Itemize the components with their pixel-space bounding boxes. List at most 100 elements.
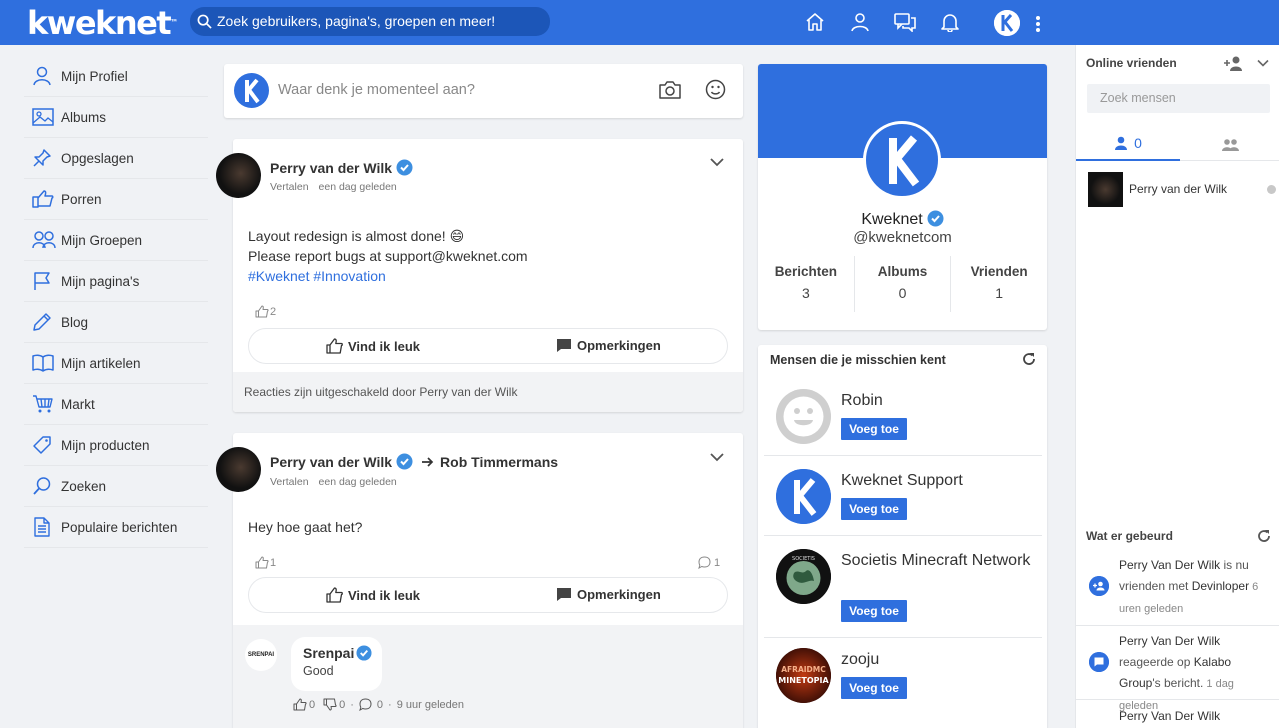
profile-avatar[interactable] bbox=[863, 121, 941, 199]
activity-item[interactable]: Perry Van Der Wilk is nu vrienden met De… bbox=[1076, 552, 1279, 626]
sidebar-item-albums[interactable]: Albums bbox=[24, 97, 208, 138]
group-icon bbox=[1221, 138, 1240, 151]
emoji-icon[interactable] bbox=[705, 79, 726, 100]
translate-link[interactable]: Vertalen bbox=[270, 181, 309, 193]
sidebar-item-profile[interactable]: Mijn Profiel bbox=[24, 56, 208, 97]
refresh-icon[interactable] bbox=[1022, 352, 1036, 366]
suggestion-avatar[interactable]: AFRAIDMC MINETOPIA bbox=[776, 648, 831, 703]
online-friends-title: Online vrienden bbox=[1086, 56, 1177, 70]
post-author-name[interactable]: Perry van der Wilk bbox=[270, 454, 392, 470]
bell-icon[interactable] bbox=[940, 12, 960, 32]
like-count[interactable]: 2 bbox=[255, 305, 276, 318]
add-friend-button[interactable]: Voeg toe bbox=[841, 498, 907, 520]
sidebar-item-pokes[interactable]: Porren bbox=[24, 179, 208, 220]
like-count[interactable]: 1 bbox=[255, 556, 276, 569]
activity-item[interactable]: Perry Van Der Wilk reageerde bbox=[1076, 700, 1279, 728]
chevron-down-icon[interactable] bbox=[710, 452, 724, 462]
profile-stats: Berichten 3 Albums 0 Vrienden 1 bbox=[758, 256, 1047, 312]
suggestion-name[interactable]: Robin bbox=[841, 390, 1031, 412]
post-time[interactable]: een dag geleden bbox=[319, 181, 397, 193]
suggestion-name[interactable]: zooju bbox=[841, 649, 1031, 671]
search-input[interactable]: Zoek gebruikers, pagina's, groepen en me… bbox=[190, 7, 550, 36]
sidebar-item-label: Mijn Groepen bbox=[61, 232, 143, 248]
sidebar-item-products[interactable]: Mijn producten bbox=[24, 425, 208, 466]
refresh-icon[interactable] bbox=[1257, 529, 1271, 543]
like-button[interactable]: Vind ik leuk bbox=[326, 338, 420, 354]
sidebar-item-label: Populaire berichten bbox=[61, 519, 178, 535]
post-author-avatar[interactable] bbox=[216, 447, 261, 492]
comment-count-value: 1 bbox=[714, 556, 721, 569]
thumbs-up-icon bbox=[255, 305, 269, 318]
comment-text: Good bbox=[303, 664, 334, 678]
tab-friends[interactable]: 0 bbox=[1076, 127, 1180, 161]
sidebar-item-popular[interactable]: Populaire berichten bbox=[24, 507, 208, 548]
tab-groups[interactable] bbox=[1180, 127, 1279, 161]
add-friend-button[interactable]: Voeg toe bbox=[841, 418, 907, 440]
post-author[interactable]: Perry van der Wilk bbox=[270, 159, 413, 176]
suggestion-name[interactable]: Kweknet Support bbox=[841, 470, 1031, 492]
activity-action: reageerde op bbox=[1119, 655, 1194, 669]
suggestion-avatar[interactable] bbox=[776, 469, 831, 524]
hashtag-link[interactable]: #Innovation bbox=[313, 268, 385, 284]
post-time[interactable]: een dag geleden bbox=[319, 476, 397, 488]
add-friend-icon[interactable] bbox=[1223, 56, 1245, 71]
comment-reply-count: 0 bbox=[376, 698, 384, 711]
suggestion-avatar[interactable]: SOCIETIS bbox=[776, 549, 831, 604]
sidebar-item-saved[interactable]: Opgeslagen bbox=[24, 138, 208, 179]
post-actions: Vind ik leuk Opmerkingen bbox=[248, 577, 728, 613]
comment-count[interactable]: 1 bbox=[698, 556, 720, 569]
activity-item[interactable]: Perry Van Der Wilk reageerde op Kalabo G… bbox=[1076, 626, 1279, 712]
stat-friends[interactable]: Vrienden 1 bbox=[951, 256, 1047, 312]
like-count-value: 1 bbox=[270, 556, 277, 569]
avatar-logo-text: SRENPAI bbox=[247, 652, 275, 658]
online-user[interactable]: Perry van der Wilk bbox=[1088, 172, 1276, 208]
stat-value: 3 bbox=[801, 285, 810, 301]
like-button[interactable]: Vind ik leuk bbox=[326, 587, 420, 603]
comment-author-avatar[interactable]: SRENPAI bbox=[245, 639, 277, 671]
more-menu-icon[interactable] bbox=[1035, 15, 1041, 33]
sidebar-item-blog[interactable]: Blog bbox=[24, 302, 208, 343]
group-icon bbox=[32, 230, 58, 250]
post-card: Perry van der Wilk Rob Timmermans Vertale… bbox=[216, 433, 743, 728]
sidebar-item-pages[interactable]: Mijn pagina's bbox=[24, 261, 208, 302]
thumbs-up-icon[interactable] bbox=[293, 698, 307, 711]
comment-icon bbox=[556, 587, 572, 602]
user-avatar[interactable] bbox=[994, 10, 1020, 36]
suggestion-avatar[interactable] bbox=[776, 389, 831, 444]
thumbs-up-icon bbox=[326, 587, 343, 603]
profile-name[interactable]: Kweknet bbox=[758, 210, 1047, 229]
people-search-input[interactable]: Zoek mensen bbox=[1087, 84, 1270, 113]
post-actions: Vind ik leuk Opmerkingen bbox=[248, 328, 728, 364]
sidebar-item-articles[interactable]: Mijn artikelen bbox=[24, 343, 208, 384]
translate-link[interactable]: Vertalen bbox=[270, 476, 309, 488]
suggestion-item: Robin Voeg toe bbox=[764, 376, 1042, 456]
reply-icon[interactable] bbox=[359, 698, 372, 711]
comments-button[interactable]: Opmerkingen bbox=[556, 587, 661, 602]
camera-icon[interactable] bbox=[659, 80, 681, 100]
messages-icon[interactable] bbox=[894, 12, 916, 32]
stat-albums[interactable]: Albums 0 bbox=[855, 256, 952, 312]
hashtag-link[interactable]: #Kweknet bbox=[248, 268, 309, 284]
composer-placeholder: Waar denk je momenteel aan? bbox=[278, 82, 475, 98]
post-author-avatar[interactable] bbox=[216, 153, 261, 198]
suggestion-name[interactable]: Societis Minecraft Network bbox=[841, 550, 1031, 572]
thumbs-down-icon[interactable] bbox=[323, 698, 337, 711]
post-composer[interactable]: Waar denk je momenteel aan? bbox=[224, 64, 743, 118]
profile-icon[interactable] bbox=[850, 12, 870, 32]
chevron-down-icon[interactable] bbox=[710, 157, 724, 167]
home-icon[interactable] bbox=[805, 12, 825, 32]
activity-actor: Perry Van Der Wilk bbox=[1119, 709, 1221, 723]
sidebar-item-market[interactable]: Markt bbox=[24, 384, 208, 425]
verified-badge-icon bbox=[356, 645, 372, 661]
comment-author[interactable]: Srenpai bbox=[303, 645, 372, 661]
post-target-name[interactable]: Rob Timmermans bbox=[440, 454, 558, 470]
add-friend-button[interactable]: Voeg toe bbox=[841, 600, 907, 622]
kweknet-logo[interactable]: kweknet™ bbox=[27, 7, 178, 39]
sidebar-item-groups[interactable]: Mijn Groepen bbox=[24, 220, 208, 261]
add-friend-button[interactable]: Voeg toe bbox=[841, 677, 907, 699]
comment-dislike-count: 0 bbox=[339, 698, 346, 711]
stat-posts[interactable]: Berichten 3 bbox=[758, 256, 855, 312]
comments-button[interactable]: Opmerkingen bbox=[556, 338, 661, 353]
chevron-down-icon[interactable] bbox=[1257, 59, 1269, 67]
sidebar-item-search[interactable]: Zoeken bbox=[24, 466, 208, 507]
